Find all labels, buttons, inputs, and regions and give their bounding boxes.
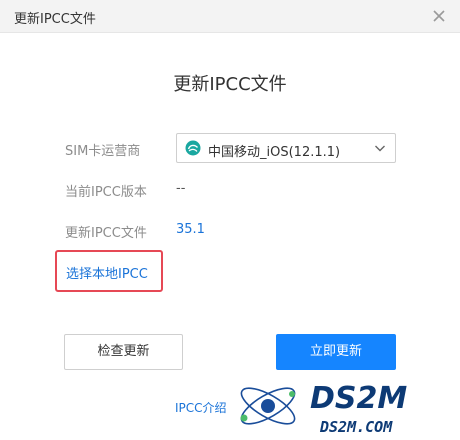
current-version-value: -- [176, 181, 186, 196]
atom-icon [240, 387, 296, 425]
ipcc-intro-link[interactable]: IPCC介绍 [175, 399, 227, 416]
update-now-button[interactable]: 立即更新 [276, 334, 396, 370]
watermark-site: DS2M.COM [319, 418, 393, 436]
chevron-down-icon [375, 145, 385, 152]
watermark-brand: DS2M [310, 381, 407, 416]
current-version-label: 当前IPCC版本 [65, 185, 147, 200]
china-mobile-logo-icon [185, 140, 201, 156]
carrier-label: SIM卡运营商 [65, 144, 141, 159]
watermark-logo: DS2M DS2M.COM [240, 381, 407, 436]
dialog-titlebar: 更新IPCC文件 [0, 0, 460, 33]
choose-local-ipcc-link[interactable]: 选择本地IPCC [66, 263, 148, 282]
carrier-selected-value: 中国移动_iOS(12.1.1) [208, 145, 341, 160]
close-icon[interactable] [430, 7, 448, 25]
update-file-label: 更新IPCC文件 [65, 226, 147, 241]
page-title: 更新IPCC文件 [173, 74, 287, 95]
carrier-select[interactable]: 中国移动_iOS(12.1.1) [176, 133, 396, 163]
update-file-value: 35.1 [176, 222, 205, 237]
window-title: 更新IPCC文件 [14, 12, 96, 27]
choose-local-highlight: 选择本地IPCC [55, 250, 163, 292]
check-update-button[interactable]: 检查更新 [64, 334, 183, 370]
